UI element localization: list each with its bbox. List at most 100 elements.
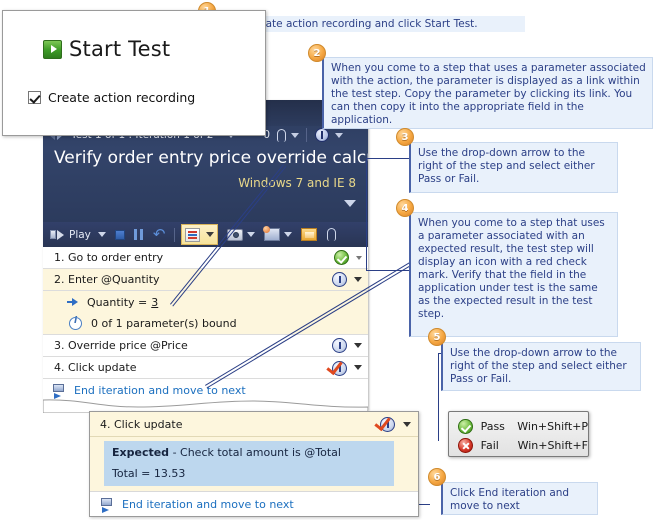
undo-icon[interactable] bbox=[153, 225, 166, 243]
table-row[interactable]: 4. Click update bbox=[43, 357, 368, 379]
menu-item-pass[interactable]: Pass Win+Shift+P bbox=[449, 417, 588, 436]
detail-step-title: 4. Click update bbox=[100, 417, 183, 431]
runner-toolbar: Play bbox=[43, 222, 368, 247]
leader-line-3-vertical bbox=[366, 158, 367, 271]
callout-badge-5: 5 bbox=[428, 328, 446, 346]
play-icon bbox=[43, 39, 62, 59]
step-text: 4. Click update bbox=[54, 361, 137, 374]
end-iteration-link[interactable]: End iteration and move to next bbox=[122, 498, 294, 511]
pause-icon[interactable] bbox=[133, 229, 144, 240]
parameter-label: Quantity = bbox=[87, 295, 148, 309]
create-action-recording-button[interactable] bbox=[180, 224, 218, 245]
step-actions bbox=[332, 272, 362, 287]
pending-icon[interactable] bbox=[332, 272, 347, 287]
start-test-label: Start Test bbox=[69, 37, 171, 61]
end-iteration-icon bbox=[100, 497, 114, 513]
test-configuration: Windows 7 and IE 8 bbox=[238, 176, 356, 190]
callout-badge-4: 4 bbox=[396, 199, 414, 217]
pending-icon bbox=[380, 417, 395, 432]
leader-line-3-bottom bbox=[366, 270, 411, 271]
toolbar-paperclip-icon[interactable] bbox=[326, 228, 336, 241]
step-actions bbox=[332, 338, 362, 353]
menu-item-fail[interactable]: Fail Win+Shift+F bbox=[449, 436, 588, 455]
play-dropdown-icon[interactable] bbox=[97, 232, 106, 237]
callout-text-4: When you come to a step that uses a para… bbox=[409, 212, 618, 337]
step-dropdown-icon[interactable] bbox=[403, 421, 411, 427]
total-line: Total = 13.53 bbox=[112, 467, 186, 480]
detail-end-iteration-row[interactable]: End iteration and move to next bbox=[90, 491, 418, 516]
parameter-arrow-icon bbox=[67, 297, 78, 307]
screen-recorder-dropdown-icon[interactable] bbox=[283, 232, 292, 237]
substep-parameter: Quantity = 3 bbox=[43, 291, 368, 313]
pending-icon[interactable] bbox=[332, 338, 347, 353]
callout-text-3: Use the drop-down arrow to the right of … bbox=[409, 142, 618, 193]
parameter-value-link[interactable]: 3 bbox=[151, 296, 158, 309]
create-action-recording-checkbox[interactable]: Create action recording bbox=[28, 90, 195, 105]
expected-result-icon[interactable] bbox=[377, 416, 395, 432]
step-dropdown-icon[interactable] bbox=[356, 255, 362, 260]
test-runner-window: Test 1 of 1 : Iteration 1 of 2 0 Verify … bbox=[43, 100, 368, 410]
step-text: 1. Go to order entry bbox=[54, 251, 164, 264]
add-file-icon[interactable] bbox=[300, 228, 317, 241]
expected-result-block: Expected - Check total amount is @Total … bbox=[104, 441, 394, 486]
pass-fail-menu: Pass Win+Shift+P Fail Win+Shift+F bbox=[448, 411, 589, 457]
fail-shortcut: Win+Shift+F bbox=[517, 439, 588, 452]
screen-recorder-icon[interactable] bbox=[262, 226, 280, 241]
screenshot-dropdown-icon[interactable] bbox=[246, 232, 255, 237]
callout-badge-2-label: 2 bbox=[313, 47, 321, 59]
binding-text: 0 of 1 parameter(s) bound bbox=[91, 317, 237, 330]
action-recording-dropdown-icon[interactable] bbox=[205, 232, 214, 237]
checkbox-icon[interactable] bbox=[28, 91, 41, 104]
callout-text-5: Use the drop-down arrow to the right of … bbox=[441, 342, 641, 391]
info-icon bbox=[69, 316, 82, 330]
play-button[interactable]: Play bbox=[43, 222, 91, 247]
stop-icon[interactable] bbox=[114, 229, 125, 240]
pending-icon bbox=[332, 360, 347, 376]
callout-badge-3: 3 bbox=[396, 128, 414, 146]
step-dropdown-icon[interactable] bbox=[354, 365, 362, 370]
callout-badge-6-label: 6 bbox=[433, 471, 441, 483]
fail-label: Fail bbox=[480, 439, 499, 452]
callout-badge-6: 6 bbox=[428, 468, 446, 486]
detail-step-header: 4. Click update bbox=[90, 412, 418, 437]
step-dropdown-icon[interactable] bbox=[354, 277, 362, 282]
end-iteration-link[interactable]: End iteration and move to next bbox=[74, 384, 246, 397]
detail-step-actions bbox=[377, 416, 411, 432]
step-status-dropdown-icon[interactable] bbox=[335, 132, 344, 138]
start-test-button[interactable]: Start Test bbox=[43, 37, 170, 61]
pass-icon[interactable] bbox=[334, 250, 349, 265]
fail-icon bbox=[458, 438, 473, 453]
play-icon bbox=[50, 229, 64, 241]
callout-text-2: When you come to a step that uses a para… bbox=[322, 57, 653, 129]
expected-line: Expected - Check total amount is @Total bbox=[112, 446, 386, 459]
nav-separator bbox=[306, 128, 308, 142]
callout-badge-3-label: 3 bbox=[401, 131, 409, 143]
table-row[interactable]: 2. Enter @Quantity bbox=[43, 269, 368, 291]
expected-text: - Check total amount is @Total bbox=[172, 446, 341, 459]
pass-icon bbox=[458, 419, 473, 434]
step-text: 2. Enter @Quantity bbox=[54, 273, 160, 286]
expected-label: Expected bbox=[112, 446, 170, 459]
attachment-dropdown-icon[interactable] bbox=[291, 132, 300, 138]
step-status-icon[interactable] bbox=[315, 128, 330, 142]
create-action-recording-label: Create action recording bbox=[48, 90, 196, 105]
step-detail-popup: 4. Click update Expected - Check total a… bbox=[89, 411, 419, 517]
leader-line-5-vertical bbox=[438, 353, 439, 441]
pass-label: Pass bbox=[480, 420, 505, 433]
callout-badge-4-label: 4 bbox=[401, 202, 409, 214]
expected-result-icon[interactable] bbox=[329, 360, 347, 376]
paperclip-icon[interactable] bbox=[277, 128, 287, 142]
toolbar-separator bbox=[173, 227, 175, 242]
action-recording-icon bbox=[184, 227, 200, 242]
callout-badge-5-label: 5 bbox=[433, 331, 441, 343]
start-test-dialog: Start Test Create action recording bbox=[2, 10, 266, 136]
table-row[interactable]: 3. Override price @Price bbox=[43, 335, 368, 357]
test-title: Verify order entry price override calcul… bbox=[54, 148, 368, 168]
callout-text-6: Click End iteration and move to next bbox=[441, 482, 598, 515]
chevron-down-icon[interactable] bbox=[344, 200, 356, 207]
step-dropdown-icon[interactable] bbox=[354, 343, 362, 348]
step-actions bbox=[329, 360, 362, 376]
pass-shortcut: Win+Shift+P bbox=[517, 420, 588, 433]
step-text: 3. Override price @Price bbox=[54, 339, 188, 352]
play-label: Play bbox=[69, 228, 91, 241]
